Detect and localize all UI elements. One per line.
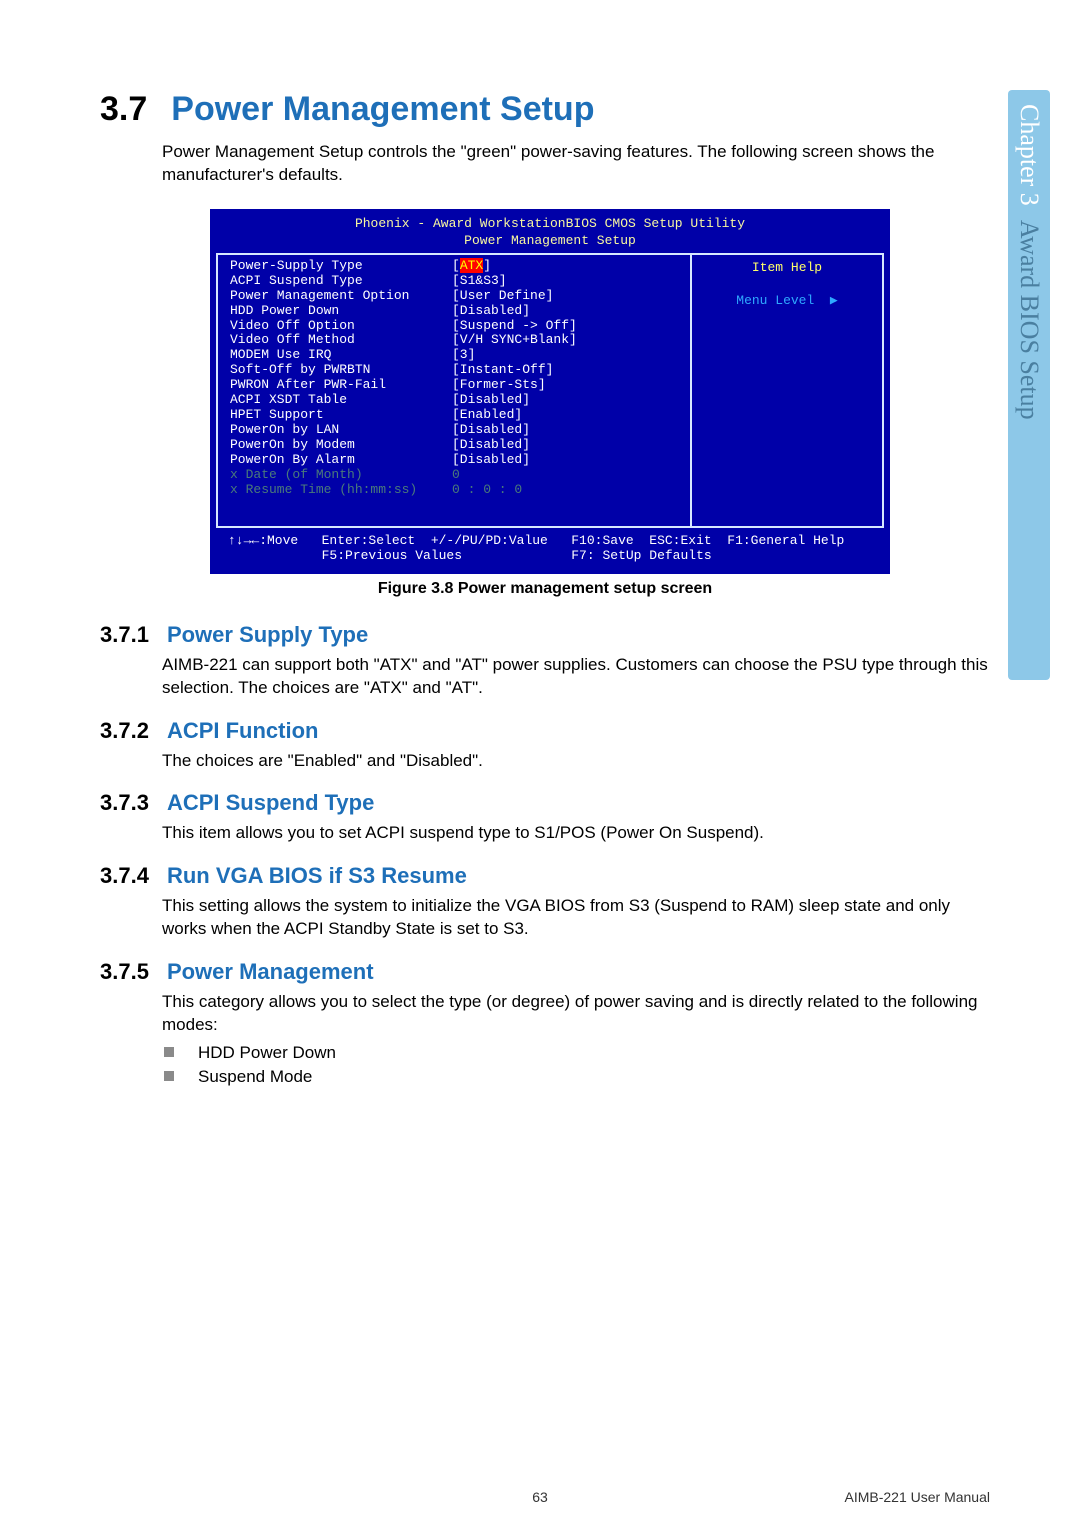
- bios-row-value: 0: [452, 468, 460, 483]
- bios-row-value: [Disabled]: [452, 453, 530, 468]
- bios-row-label: Video Off Option: [230, 319, 452, 334]
- bios-row-label: PowerOn by Modem: [230, 438, 452, 453]
- subsection-body: The choices are "Enabled" and "Disabled"…: [162, 750, 990, 773]
- bios-row-value: [Enabled]: [452, 408, 522, 423]
- bios-title-2: Power Management Setup: [216, 232, 884, 249]
- subsection-body: AIMB-221 can support both "ATX" and "AT"…: [162, 654, 990, 700]
- bios-row-label: ACPI Suspend Type: [230, 274, 452, 289]
- subsection-body: This category allows you to select the t…: [162, 991, 990, 1037]
- bios-row-label: PowerOn by LAN: [230, 423, 452, 438]
- subsection-heading: 3.7.4Run VGA BIOS if S3 Resume: [100, 863, 990, 889]
- subsection-body: This item allows you to set ACPI suspend…: [162, 822, 990, 845]
- bios-row-value: [Disabled]: [452, 393, 530, 408]
- figure-caption: Figure 3.8 Power management setup screen: [100, 580, 990, 598]
- bios-row-label: PWRON After PWR-Fail: [230, 378, 452, 393]
- subsection-body: This setting allows the system to initia…: [162, 895, 990, 941]
- bios-title-1: Phoenix - Award WorkstationBIOS CMOS Set…: [216, 215, 884, 232]
- manual-name: AIMB-221 User Manual: [844, 1489, 990, 1505]
- bios-row-value: [Disabled]: [452, 423, 530, 438]
- bios-row-value: [Disabled]: [452, 438, 530, 453]
- subsection-heading: 3.7.5Power Management: [100, 959, 990, 985]
- triangle-right-icon: ▶: [830, 293, 838, 308]
- bios-screenshot: Phoenix - Award WorkstationBIOS CMOS Set…: [210, 209, 890, 574]
- section-number: 3.7: [100, 90, 147, 128]
- bios-row-value: [V/H SYNC+Blank]: [452, 333, 577, 348]
- list-item: HDD Power Down: [162, 1041, 990, 1065]
- bios-row-label: PowerOn By Alarm: [230, 453, 452, 468]
- bios-item-help: Item Help: [702, 261, 872, 276]
- section-heading: 3.7 Power Management Setup: [100, 90, 990, 129]
- bios-row-label: HPET Support: [230, 408, 452, 423]
- bios-row-value: [User Define]: [452, 289, 553, 304]
- bios-row-value: [Former-Sts]: [452, 378, 546, 393]
- bios-row-value: [3]: [452, 348, 475, 363]
- bios-row-label: ACPI XSDT Table: [230, 393, 452, 408]
- subsection-heading: 3.7.2ACPI Function: [100, 718, 990, 744]
- bios-left-panel: Power-Supply Type[ATX] ACPI Suspend Type…: [218, 255, 692, 526]
- list-item: Suspend Mode: [162, 1065, 990, 1089]
- bios-row-value: [Instant-Off]: [452, 363, 553, 378]
- bios-row-label: Video Off Method: [230, 333, 452, 348]
- subsection-heading: 3.7.1Power Supply Type: [100, 622, 990, 648]
- bios-row-value: 0 : 0 : 0: [452, 483, 522, 498]
- bios-menu-level: Menu Level ▶: [702, 294, 872, 309]
- bios-footer-line1: ↑↓→←:Move Enter:Select +/-/PU/PD:Value F…: [228, 534, 872, 549]
- bios-row-label: MODEM Use IRQ: [230, 348, 452, 363]
- bios-footer-line2: F5:Previous Values F7: SetUp Defaults: [228, 549, 872, 564]
- section-title: Power Management Setup: [171, 90, 594, 128]
- bios-row-label: Power-Supply Type: [230, 259, 452, 274]
- bios-row-value: [ATX]: [452, 259, 491, 274]
- section-intro: Power Management Setup controls the "gre…: [162, 141, 990, 187]
- bios-row-label: Power Management Option: [230, 289, 452, 304]
- bios-row-label: HDD Power Down: [230, 304, 452, 319]
- bios-row-value: [Suspend -> Off]: [452, 319, 577, 334]
- page-number: 63: [532, 1489, 548, 1505]
- subsection-heading: 3.7.3ACPI Suspend Type: [100, 790, 990, 816]
- bullet-list: HDD Power Down Suspend Mode: [162, 1041, 990, 1089]
- bios-row-label: x Resume Time (hh:mm:ss): [230, 483, 452, 498]
- bios-row-value: [Disabled]: [452, 304, 530, 319]
- bios-row-label: Soft-Off by PWRBTN: [230, 363, 452, 378]
- bios-row-label: x Date (of Month): [230, 468, 452, 483]
- bios-footer: ↑↓→←:Move Enter:Select +/-/PU/PD:Value F…: [216, 528, 884, 568]
- bios-right-panel: Item Help Menu Level ▶: [692, 255, 882, 526]
- bios-row-value: [S1&S3]: [452, 274, 507, 289]
